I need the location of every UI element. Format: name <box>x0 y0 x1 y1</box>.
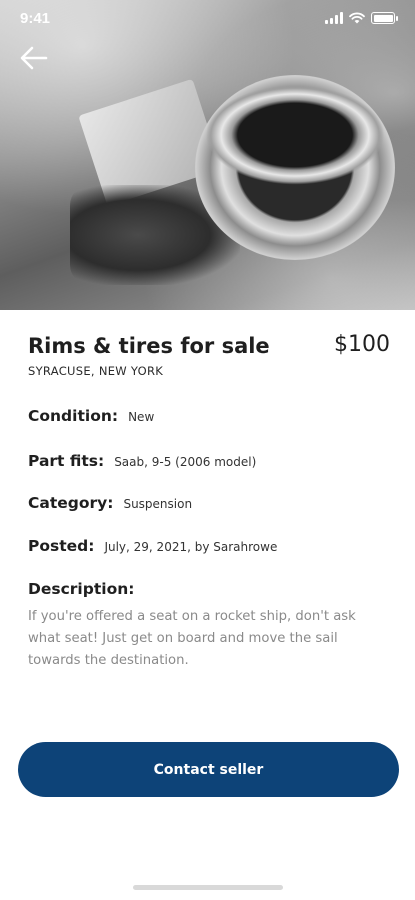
condition-value: New <box>128 410 155 424</box>
posted-value: July, 29, 2021, by Sarahrowe <box>104 540 278 554</box>
category-value: Suspension <box>123 497 193 511</box>
listing-title: Rims & tires for sale <box>28 334 270 358</box>
signal-icon <box>325 12 343 24</box>
wifi-icon <box>349 12 365 24</box>
description-text: If you're offered a seat on a rocket shi… <box>28 609 356 668</box>
contact-seller-button[interactable]: Contact seller <box>18 742 399 797</box>
part-fits-label: Part fits: <box>28 452 105 470</box>
title-row: Rims & tires for sale $100 <box>28 332 390 358</box>
listing-price: $100 <box>334 332 390 357</box>
listing-details: Rims & tires for sale $100 SYRACUSE, NEW… <box>28 332 390 668</box>
home-indicator[interactable] <box>133 885 283 890</box>
status-icons <box>325 12 398 24</box>
posted-field: Posted: July, 29, 2021, by Sarahrowe <box>28 537 277 555</box>
battery-icon <box>371 12 398 24</box>
status-bar: 9:41 <box>0 0 415 36</box>
status-time: 9:41 <box>20 9 51 27</box>
description-label: Description: <box>28 580 135 598</box>
part-fits-value: Saab, 9-5 (2006 model) <box>114 455 257 469</box>
listing-location: SYRACUSE, NEW YORK <box>28 364 164 378</box>
condition-field: Condition: New <box>28 407 154 425</box>
posted-label: Posted: <box>28 537 95 555</box>
category-field: Category: Suspension <box>28 494 192 512</box>
photo-rim-top <box>205 85 385 185</box>
condition-label: Condition: <box>28 407 119 425</box>
category-label: Category: <box>28 494 114 512</box>
part-fits-field: Part fits: Saab, 9-5 (2006 model) <box>28 452 256 470</box>
back-button[interactable] <box>16 40 52 76</box>
arrow-left-icon <box>20 46 48 70</box>
listing-photo <box>0 0 415 310</box>
